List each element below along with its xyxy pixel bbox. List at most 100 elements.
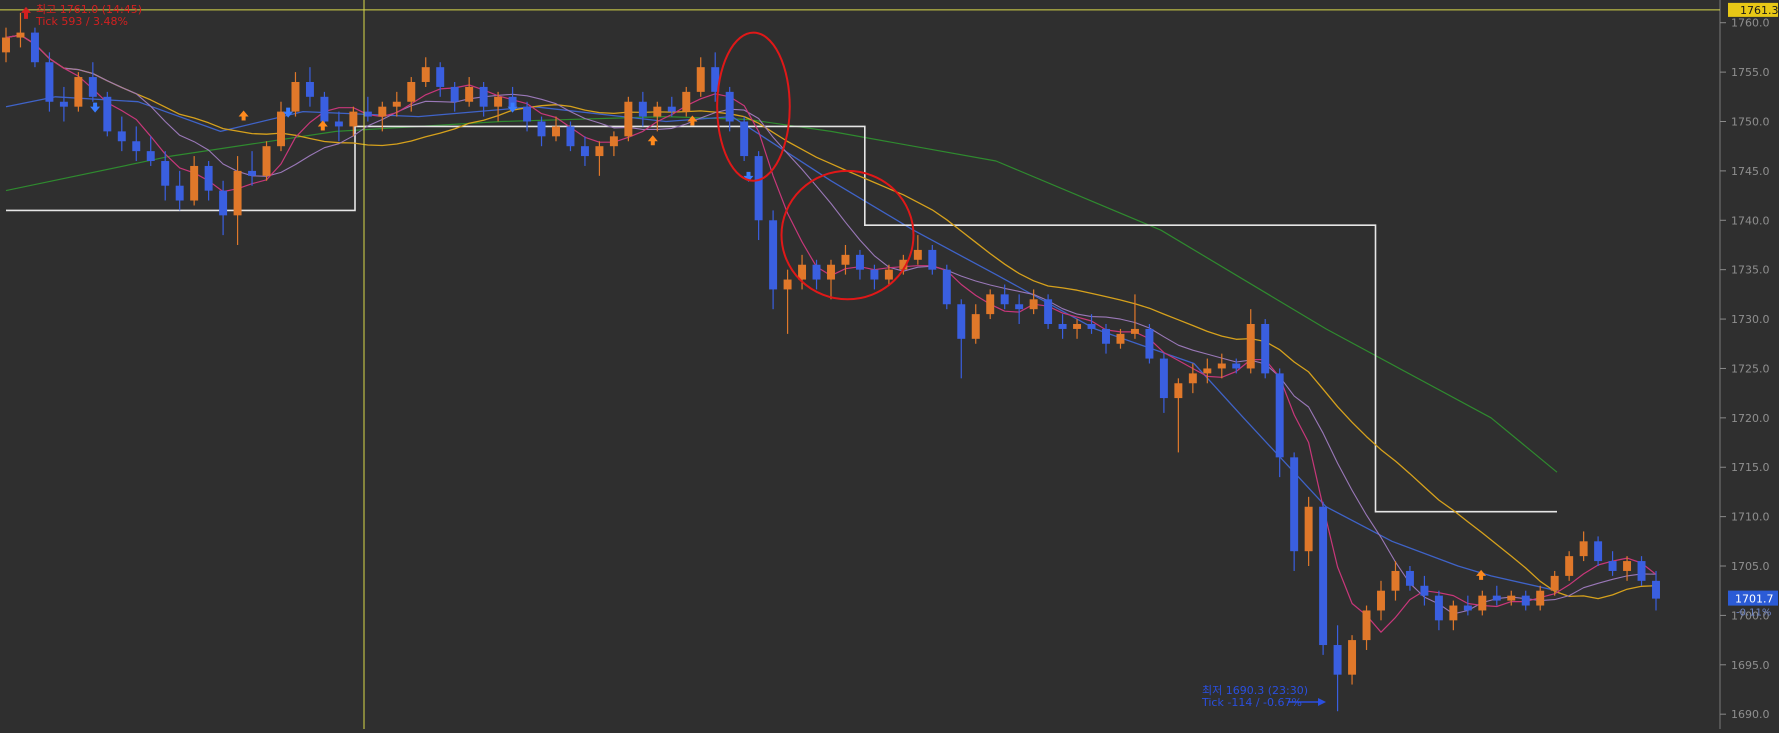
candle-down bbox=[754, 156, 763, 221]
candle-up bbox=[783, 279, 792, 290]
candle-down bbox=[305, 81, 314, 97]
price-tick-label: 1725.0 bbox=[1731, 362, 1770, 375]
candle-up bbox=[1391, 570, 1400, 591]
candle-down bbox=[204, 165, 213, 191]
candle-up bbox=[827, 264, 835, 280]
candle-up bbox=[407, 81, 416, 102]
candle-down bbox=[523, 106, 532, 122]
candle-down bbox=[219, 190, 228, 216]
candle-down bbox=[1261, 324, 1270, 374]
candle-up bbox=[1348, 640, 1357, 675]
candle-up bbox=[16, 32, 25, 38]
candle-up bbox=[1623, 561, 1632, 571]
candle-down bbox=[566, 126, 575, 147]
low-annotation-line2: Tick -114 / -0.67% bbox=[1201, 696, 1302, 709]
candle-up bbox=[74, 77, 83, 107]
candle-down bbox=[30, 32, 39, 63]
chart-canvas[interactable]: 1760.0 1755.0 1750.0 1745.0 1740.0 1735.0 1730… bbox=[0, 0, 1779, 729]
candle-down bbox=[248, 170, 257, 176]
candle-down bbox=[1290, 457, 1299, 552]
candle-up bbox=[1116, 333, 1125, 344]
candle-up bbox=[1217, 363, 1226, 369]
price-tick-label: 1710.0 bbox=[1731, 511, 1770, 524]
candle-up bbox=[1188, 373, 1197, 384]
candle-up bbox=[1550, 575, 1559, 591]
candle-down bbox=[1420, 585, 1429, 596]
candle-down bbox=[725, 91, 734, 122]
candle-down bbox=[1521, 595, 1530, 606]
candle-down bbox=[1102, 328, 1110, 344]
candle-down bbox=[1275, 373, 1284, 458]
price-tick-label: 1705.0 bbox=[1731, 560, 1770, 573]
price-tick-label: 1695.0 bbox=[1731, 659, 1770, 672]
candle-up bbox=[1536, 590, 1545, 606]
candle-up bbox=[841, 254, 850, 265]
candle-up bbox=[1362, 610, 1371, 641]
candle-up bbox=[1449, 605, 1458, 621]
candle-down bbox=[1159, 358, 1168, 399]
stock-chart[interactable]: 1760.0 1755.0 1750.0 1745.0 1740.0 1735.0 1730… bbox=[0, 0, 1779, 729]
candle-up bbox=[392, 101, 401, 107]
last-change-label: -0.11% bbox=[1736, 608, 1771, 619]
candle-up bbox=[971, 314, 980, 339]
last-price-label: 1701.7 bbox=[1735, 593, 1774, 606]
candle-up bbox=[1478, 595, 1487, 611]
candle-up bbox=[913, 249, 922, 260]
candle-up bbox=[1073, 324, 1082, 329]
candle-up bbox=[609, 136, 618, 147]
price-tick-label: 1760.0 bbox=[1731, 17, 1770, 30]
candle-up bbox=[552, 126, 560, 137]
candle-up bbox=[696, 67, 705, 92]
candle-up bbox=[986, 294, 995, 315]
candle-down bbox=[320, 96, 329, 122]
candle-down bbox=[1333, 645, 1342, 675]
candle-down bbox=[175, 185, 184, 201]
candle-up bbox=[1579, 541, 1588, 557]
candle-down bbox=[928, 249, 937, 270]
candle-up bbox=[682, 91, 691, 112]
candle-up bbox=[1174, 383, 1183, 399]
candle-up bbox=[494, 96, 503, 107]
candle-up bbox=[624, 101, 633, 137]
candle-down bbox=[117, 131, 126, 142]
candle-down bbox=[957, 304, 966, 339]
candle-down bbox=[638, 101, 647, 117]
candle-down bbox=[1087, 324, 1096, 329]
candle-up bbox=[653, 106, 662, 117]
candle-down bbox=[942, 269, 951, 305]
candle-up bbox=[595, 146, 604, 157]
crosshair-price-label: 1761.3 bbox=[1740, 4, 1779, 17]
candle-down bbox=[161, 161, 170, 186]
candle-up bbox=[262, 146, 271, 176]
candle-down bbox=[450, 86, 459, 102]
candle-up bbox=[465, 86, 474, 102]
price-tick-label: 1690.0 bbox=[1731, 708, 1770, 721]
candle-down bbox=[1000, 294, 1009, 305]
price-tick-label: 1730.0 bbox=[1731, 313, 1770, 326]
candle-up bbox=[1029, 299, 1038, 310]
candle-up bbox=[2, 37, 10, 53]
candle-down bbox=[479, 86, 488, 107]
candle-down bbox=[88, 77, 97, 97]
candle-up bbox=[1565, 556, 1574, 576]
price-tick-label: 1745.0 bbox=[1731, 165, 1770, 178]
candle-down bbox=[1608, 561, 1617, 571]
candle-down bbox=[1652, 580, 1660, 599]
candle-up bbox=[884, 269, 893, 280]
candle-down bbox=[870, 269, 879, 280]
candle-down bbox=[1594, 541, 1603, 562]
high-annotation-line2: Tick 593 / 3.48% bbox=[35, 15, 128, 28]
candle-down bbox=[667, 106, 676, 112]
candle-down bbox=[1463, 605, 1472, 611]
price-tick-label: 1715.0 bbox=[1731, 461, 1770, 474]
candle-down bbox=[1319, 506, 1328, 646]
candle-down bbox=[1637, 561, 1646, 581]
candle-down bbox=[1232, 363, 1241, 369]
candle-up bbox=[1507, 595, 1516, 601]
price-tick-label: 1720.0 bbox=[1731, 412, 1770, 425]
candle-down bbox=[1145, 328, 1154, 359]
candle-up bbox=[798, 264, 807, 280]
candle-down bbox=[855, 254, 864, 270]
candle-down bbox=[580, 146, 589, 157]
candle-up bbox=[190, 165, 199, 201]
